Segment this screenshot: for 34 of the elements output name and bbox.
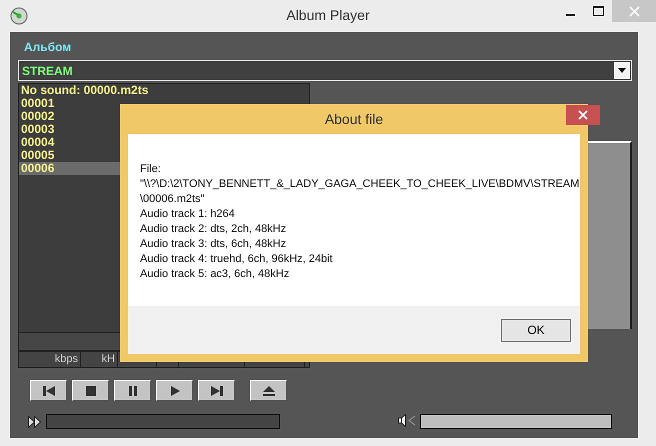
window-title: Album Player [285,7,371,23]
info-text: Audio track 2: dts, 2ch, 48kHz [140,222,288,237]
previous-icon [42,384,56,396]
info-text: "\\?\D:\2\TONY_BENNETT_&_LADY_GAGA_CHEEK_TO_CHEEK_LIVE\BDMV\STREAM\00006.m2ts" [140,177,580,207]
info-text: Audio track 3: dts, 6ch, 48kHz [140,237,288,252]
disc-icon [10,7,28,25]
dialog-title: About file [324,110,384,129]
close-icon [628,6,640,16]
previous-button[interactable] [30,380,67,401]
file-item[interactable]: No sound: 00000.m2ts [19,84,309,97]
minimize-icon [566,14,574,16]
next-button[interactable] [198,380,235,401]
stop-icon [84,384,98,396]
info-text: Audio track 4: truehd, 6ch, 96kHz, 24bit [140,252,334,267]
close-button[interactable] [566,105,600,125]
stop-button[interactable] [72,380,109,401]
info-text: File: [140,162,162,177]
info-text: Audio track 5: ac3, 6ch, 48kHz [140,267,290,282]
maximize-icon [592,6,604,16]
album-label: Альбом [24,40,72,54]
album-dropdown[interactable]: STREAM [18,60,632,81]
next-icon [210,384,224,396]
eject-button[interactable] [250,380,287,401]
eject-icon [262,384,276,396]
caret-icon [618,68,626,73]
column-header: kH [81,352,118,367]
close-icon [578,110,588,120]
speaker-icon [398,414,416,427]
fast-forward-icon [28,416,42,428]
pause-button[interactable] [114,380,151,401]
column-header: kbps [19,352,81,367]
play-button[interactable] [156,380,193,401]
ok-button[interactable]: OK [501,318,571,342]
info-text: Audio track 1: h264 [140,207,236,222]
